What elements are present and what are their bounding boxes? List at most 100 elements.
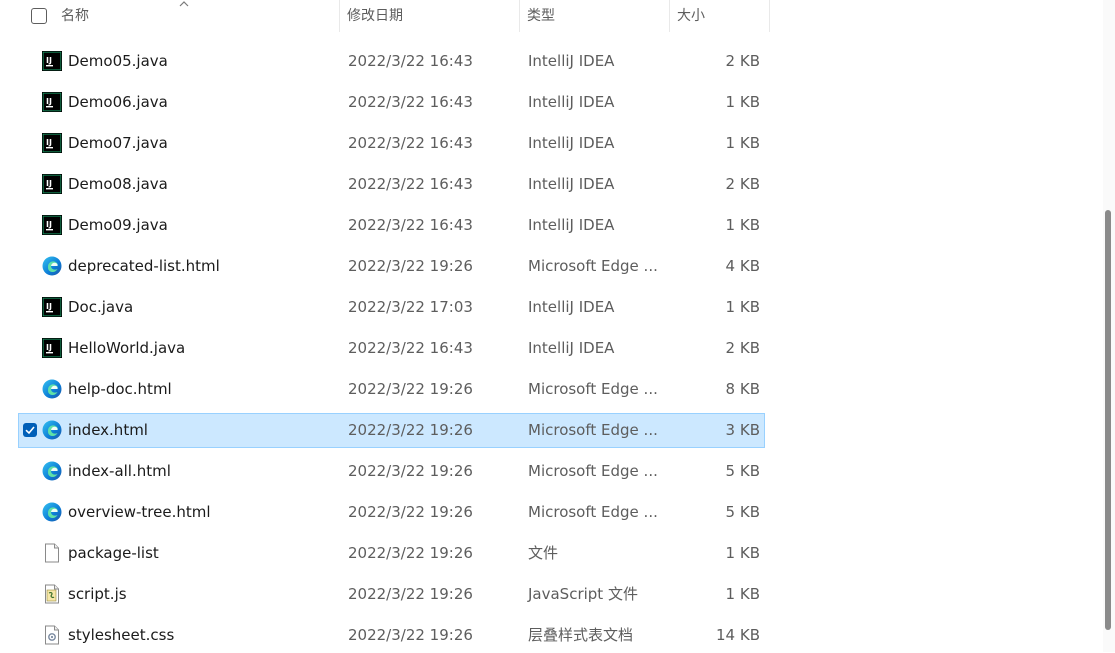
file-row[interactable]: help-doc.html 2022/3/22 19:26 Microsoft Ed…: [18, 372, 765, 407]
file-modified-date: 2022/3/22 19:26: [348, 503, 473, 521]
checkmark-icon: [25, 426, 35, 435]
file-row[interactable]: IJ Doc.java 2022/3/22 17:03 IntelliJ IDEA 1…: [18, 290, 765, 325]
file-size: 2 KB: [725, 339, 760, 357]
file-type: IntelliJ IDEA: [528, 298, 615, 316]
file-size: 14 KB: [716, 626, 760, 644]
vertical-scrollbar[interactable]: [1103, 0, 1115, 652]
file-size: 1 KB: [725, 134, 760, 152]
edge-icon: [42, 461, 62, 481]
file-modified-date: 2022/3/22 19:26: [348, 462, 473, 480]
file-modified-date: 2022/3/22 17:03: [348, 298, 473, 316]
svg-text:IJ: IJ: [46, 179, 52, 188]
file-type: Microsoft Edge ...: [528, 503, 658, 521]
file-type: IntelliJ IDEA: [528, 339, 615, 357]
intellij-icon: IJ: [42, 92, 62, 112]
file-name: index.html: [68, 421, 148, 439]
file-row[interactable]: script.js 2022/3/22 19:26 JavaScript 文件 1 K…: [18, 577, 765, 612]
file-type: IntelliJ IDEA: [528, 134, 615, 152]
scrollbar-thumb[interactable]: [1105, 210, 1111, 630]
column-divider[interactable]: [769, 0, 770, 32]
file-name: HelloWorld.java: [68, 339, 186, 357]
svg-text:IJ: IJ: [46, 97, 52, 106]
svg-text:IJ: IJ: [46, 138, 52, 147]
column-divider[interactable]: [669, 0, 670, 32]
file-modified-date: 2022/3/22 16:43: [348, 52, 473, 70]
file-row[interactable]: IJ Demo05.java 2022/3/22 16:43 IntelliJ ID…: [18, 44, 765, 79]
intellij-icon: IJ: [42, 51, 62, 71]
file-name: Demo08.java: [68, 175, 168, 193]
intellij-icon: IJ: [42, 215, 62, 235]
file-type: Microsoft Edge ...: [528, 380, 658, 398]
file-type: IntelliJ IDEA: [528, 52, 615, 70]
file-row[interactable]: IJ HelloWorld.java 2022/3/22 16:43 Intelli…: [18, 331, 765, 366]
file-size: 5 KB: [725, 462, 760, 480]
script-file-icon: [42, 584, 62, 604]
file-type: Microsoft Edge ...: [528, 421, 658, 439]
row-checkbox-checked[interactable]: [23, 423, 37, 437]
file-name: overview-tree.html: [68, 503, 211, 521]
file-modified-date: 2022/3/22 19:26: [348, 421, 473, 439]
file-type: JavaScript 文件: [528, 585, 638, 603]
file-modified-date: 2022/3/22 16:43: [348, 134, 473, 152]
file-size: 1 KB: [725, 544, 760, 562]
file-size: 2 KB: [725, 52, 760, 70]
file-size: 3 KB: [725, 421, 760, 439]
column-header-type[interactable]: 类型: [527, 0, 667, 32]
file-name: Demo06.java: [68, 93, 168, 111]
file-row[interactable]: IJ Demo09.java 2022/3/22 16:43 IntelliJ ID…: [18, 208, 765, 243]
file-modified-date: 2022/3/22 19:26: [348, 626, 473, 644]
column-header-name[interactable]: 名称: [61, 0, 331, 32]
file-row[interactable]: index.html 2022/3/22 19:26 Microsoft Edge …: [18, 413, 765, 448]
intellij-icon: IJ: [42, 338, 62, 358]
file-name: Doc.java: [68, 298, 134, 316]
file-type: IntelliJ IDEA: [528, 175, 615, 193]
file-name: help-doc.html: [68, 380, 172, 398]
file-type: 层叠样式表文档: [528, 626, 634, 644]
file-name: script.js: [68, 585, 127, 603]
file-size: 1 KB: [725, 585, 760, 603]
column-header: 名称 修改日期 类型 大小: [0, 0, 770, 32]
file-name: package-list: [68, 544, 159, 562]
select-all-checkbox[interactable]: [31, 8, 47, 24]
column-type-label: 类型: [527, 8, 555, 24]
file-name: Demo09.java: [68, 216, 168, 234]
column-date-label: 修改日期: [347, 8, 403, 24]
file-row[interactable]: index-all.html 2022/3/22 19:26 Microsoft E…: [18, 454, 765, 489]
file-modified-date: 2022/3/22 16:43: [348, 216, 473, 234]
edge-icon: [42, 256, 62, 276]
file-icon: [42, 543, 62, 563]
file-modified-date: 2022/3/22 16:43: [348, 175, 473, 193]
column-header-size[interactable]: 大小: [677, 0, 767, 32]
intellij-icon: IJ: [42, 297, 62, 317]
file-size: 1 KB: [725, 93, 760, 111]
file-modified-date: 2022/3/22 19:26: [348, 585, 473, 603]
svg-text:IJ: IJ: [46, 220, 52, 229]
file-row[interactable]: IJ Demo08.java 2022/3/22 16:43 IntelliJ ID…: [18, 167, 765, 202]
file-type: IntelliJ IDEA: [528, 93, 615, 111]
file-row[interactable]: stylesheet.css 2022/3/22 19:26 层叠样式表文档 14 K…: [18, 618, 765, 653]
css-file-icon: [42, 625, 62, 645]
file-size: 1 KB: [725, 298, 760, 316]
file-size: 8 KB: [725, 380, 760, 398]
file-name: deprecated-list.html: [68, 257, 220, 275]
file-size: 4 KB: [725, 257, 760, 275]
file-row[interactable]: IJ Demo06.java 2022/3/22 16:43 IntelliJ ID…: [18, 85, 765, 120]
file-row[interactable]: IJ Demo07.java 2022/3/22 16:43 IntelliJ ID…: [18, 126, 765, 161]
file-type: 文件: [528, 544, 559, 562]
column-divider[interactable]: [339, 0, 340, 32]
file-row[interactable]: overview-tree.html 2022/3/22 19:26 Microso…: [18, 495, 765, 530]
column-divider[interactable]: [519, 0, 520, 32]
svg-text:IJ: IJ: [46, 343, 52, 352]
file-modified-date: 2022/3/22 19:26: [348, 257, 473, 275]
file-type: Microsoft Edge ...: [528, 462, 658, 480]
file-modified-date: 2022/3/22 16:43: [348, 93, 473, 111]
file-row[interactable]: package-list 2022/3/22 19:26 文件 1 KB: [18, 536, 765, 571]
file-modified-date: 2022/3/22 19:26: [348, 380, 473, 398]
column-header-date[interactable]: 修改日期: [347, 0, 517, 32]
file-size: 1 KB: [725, 216, 760, 234]
file-row[interactable]: deprecated-list.html 2022/3/22 19:26 Micro…: [18, 249, 765, 284]
file-modified-date: 2022/3/22 19:26: [348, 544, 473, 562]
file-name: stylesheet.css: [68, 626, 175, 644]
file-modified-date: 2022/3/22 16:43: [348, 339, 473, 357]
file-name: Demo05.java: [68, 52, 168, 70]
